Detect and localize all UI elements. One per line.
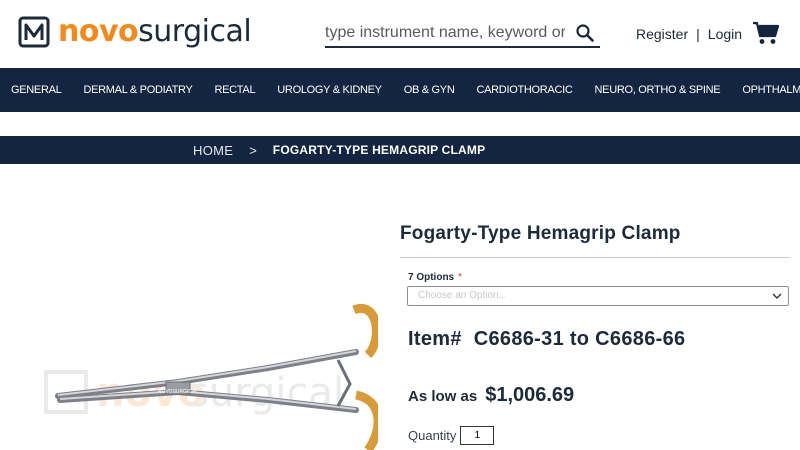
breadcrumb: HOME > FOGARTY-TYPE HEMAGRIP CLAMP — [0, 136, 800, 164]
account-links: Register | Login — [636, 26, 742, 42]
logo[interactable]: novosurgical — [18, 14, 252, 49]
item-number-range: C6686-31 to C6686-66 — [473, 328, 686, 350]
nav-item-ophthalmology[interactable]: OPHTHALMOLOGY — [742, 84, 800, 96]
register-link[interactable]: Register — [636, 26, 688, 42]
spacer-band — [0, 112, 800, 136]
chevron-down-icon — [772, 293, 782, 299]
category-nav-list: GENERAL DERMAL & PODIATRY RECTAL UROLOGY… — [0, 84, 800, 96]
instrument-engraving: NOVOSURGICAL — [158, 389, 199, 395]
account-separator: | — [696, 26, 700, 42]
price-value: $1,006.69 — [485, 384, 575, 406]
options-select-value: Choose an Option... — [418, 290, 507, 301]
clamp-illustration: novo surgical NOVOSURGICAL — [44, 303, 378, 450]
price-label: As low as — [408, 388, 478, 405]
nav-item-cardiothoracic[interactable]: CARDIOTHORACIC — [476, 84, 572, 96]
logo-wordmark-novo: novo — [58, 14, 139, 49]
quantity-row: Quantity — [408, 426, 495, 445]
nav-item-general[interactable]: GENERAL — [11, 84, 62, 96]
item-number: Item# C6686-31 to C6686-66 — [408, 328, 685, 351]
required-marker: * — [458, 272, 463, 283]
options-select[interactable]: Choose an Option... — [407, 286, 789, 306]
breadcrumb-home-link[interactable]: HOME — [193, 143, 233, 158]
product-image[interactable]: novo surgical NOVOSURGICAL — [38, 300, 378, 450]
options-count-label: 7 Options — [408, 272, 455, 283]
category-nav: GENERAL DERMAL & PODIATRY RECTAL UROLOGY… — [0, 68, 800, 112]
search-icon[interactable] — [576, 24, 594, 42]
logo-mark-icon — [18, 16, 50, 48]
cart-icon[interactable] — [752, 20, 780, 46]
breadcrumb-current: FOGARTY-TYPE HEMAGRIP CLAMP — [272, 143, 486, 157]
quantity-label: Quantity — [408, 428, 457, 443]
price-row: As low as $1,006.69 — [408, 384, 574, 407]
nav-item-dermal-podiatry[interactable]: DERMAL & PODIATRY — [83, 84, 192, 96]
breadcrumb-separator: > — [249, 142, 257, 158]
search-input[interactable] — [325, 22, 565, 44]
options-label: 7 Options * — [408, 272, 462, 283]
login-link[interactable]: Login — [708, 26, 742, 42]
nav-item-urology-kidney[interactable]: UROLOGY & KIDNEY — [277, 84, 382, 96]
quantity-input[interactable] — [460, 426, 495, 445]
nav-item-ob-gyn[interactable]: OB & GYN — [404, 84, 455, 96]
product-title: Fogarty-Type Hemagrip Clamp — [400, 223, 681, 244]
search-bar — [325, 20, 600, 48]
nav-item-neuro-ortho-spine[interactable]: NEURO, ORTHO & SPINE — [595, 84, 721, 96]
item-number-label: Item# — [408, 328, 462, 350]
logo-wordmark-surgical: surgical — [138, 14, 252, 49]
nav-item-rectal[interactable]: RECTAL — [214, 84, 255, 96]
logo-wordmark: novosurgical — [58, 14, 252, 49]
site-header: novosurgical Register | Login — [0, 0, 800, 68]
title-divider — [400, 257, 790, 258]
